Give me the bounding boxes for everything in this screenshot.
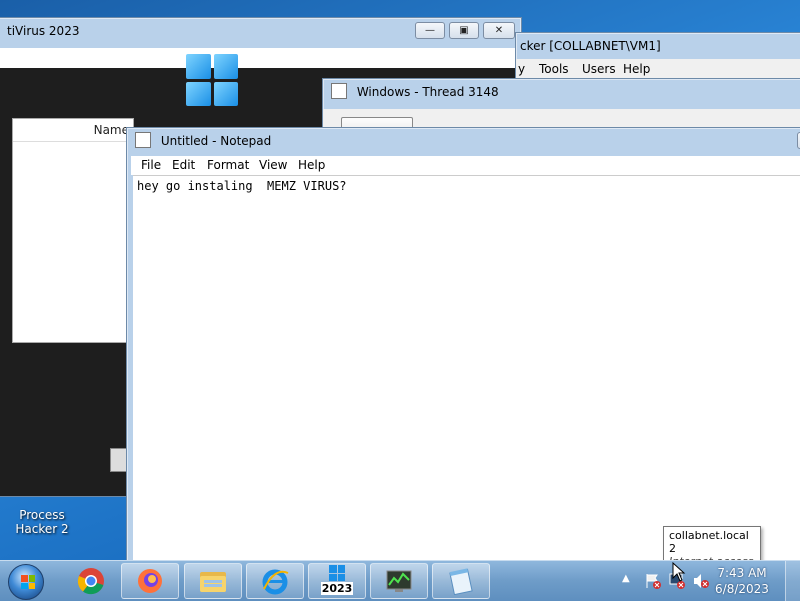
process-hacker-icon [386,570,412,592]
menu-item-users[interactable]: Users [582,62,616,76]
volume-muted-icon[interactable] [692,572,710,590]
taskbar-explorer[interactable] [184,563,242,599]
taskbar-notepad[interactable] [432,563,490,599]
maximize-button[interactable]: ▣ [449,22,479,39]
taskbar-antivirus-2023[interactable]: 2023 [308,563,366,599]
process-hacker-title: cker [COLLABNET\VM1] [520,39,661,53]
notepad-icon [449,568,473,595]
antivirus-menu-strip [0,48,521,68]
minimize-icon: — [425,24,435,36]
menu-item-tools[interactable]: Tools [539,62,569,76]
minimize-button[interactable]: — [415,22,445,39]
process-hacker-titlebar[interactable]: cker [COLLABNET\VM1] [516,33,800,59]
system-tray: ▲ 7:43 AM 6/8/2023 [600,561,800,601]
notepad-titlebar[interactable]: Untitled - Notepad [127,128,800,154]
notepad-menubar: File Edit Format View Help [131,156,800,175]
menu-item-view[interactable]: y [518,62,525,76]
window-icon [331,83,347,99]
menu-item-format[interactable]: Format [207,158,249,172]
show-desktop-button[interactable] [785,561,800,601]
action-center-flag-icon[interactable] [644,572,662,590]
show-hidden-icons-icon[interactable]: ▲ [622,573,630,584]
desktop-icon-process-hacker[interactable]: Process Hacker 2 [0,500,84,560]
thread-titlebar[interactable]: Windows - Thread 3148 [323,79,800,105]
taskbar-process-hacker[interactable] [370,563,428,599]
notepad-window: Untitled - Notepad — File Edit Format Vi… [126,127,800,569]
start-orb-icon [8,564,44,600]
network-tooltip: collabnet.local 2 Internet access [663,526,761,568]
firefox-icon [138,569,162,593]
tooltip-network-name: collabnet.local 2 [669,529,749,555]
clock[interactable]: 7:43 AM 6/8/2023 [712,565,772,597]
close-button[interactable]: ✕ [483,22,515,39]
notepad-text-area[interactable]: hey go instaling MEMZ VIRUS? [133,175,800,568]
menu-item-edit[interactable]: Edit [172,158,195,172]
ie-icon [262,569,289,595]
thread-title: Windows - Thread 3148 [356,85,499,99]
menu-item-file[interactable]: File [141,158,161,172]
windows-logo-icon [186,54,238,106]
notepad-title: Untitled - Notepad [160,134,272,148]
desktop-icon-label: Process Hacker 2 [15,508,69,536]
clock-date: 6/8/2023 [715,582,769,596]
folder-icon [200,572,226,592]
antivirus-badge: 2023 [321,582,353,595]
chrome-icon [77,568,104,595]
antivirus-2023-icon: 2023 [321,564,353,598]
menu-item-view[interactable]: View [259,158,287,172]
list-header-name[interactable]: Name [13,119,133,142]
maximize-icon: ▣ [459,24,469,36]
notepad-window-icon [135,132,151,148]
antivirus-list[interactable]: Name [12,118,134,343]
clock-time: 7:43 AM [717,566,767,580]
antivirus-title: tiVirus 2023 [7,24,80,38]
start-button[interactable] [4,562,48,600]
taskbar-internet-explorer[interactable] [246,563,304,599]
menu-item-help[interactable]: Help [623,62,650,76]
taskbar-chrome[interactable] [62,563,120,599]
mouse-cursor-icon [672,562,686,582]
menu-item-help[interactable]: Help [298,158,325,172]
taskbar-firefox[interactable] [121,563,179,599]
close-icon: ✕ [494,24,504,36]
